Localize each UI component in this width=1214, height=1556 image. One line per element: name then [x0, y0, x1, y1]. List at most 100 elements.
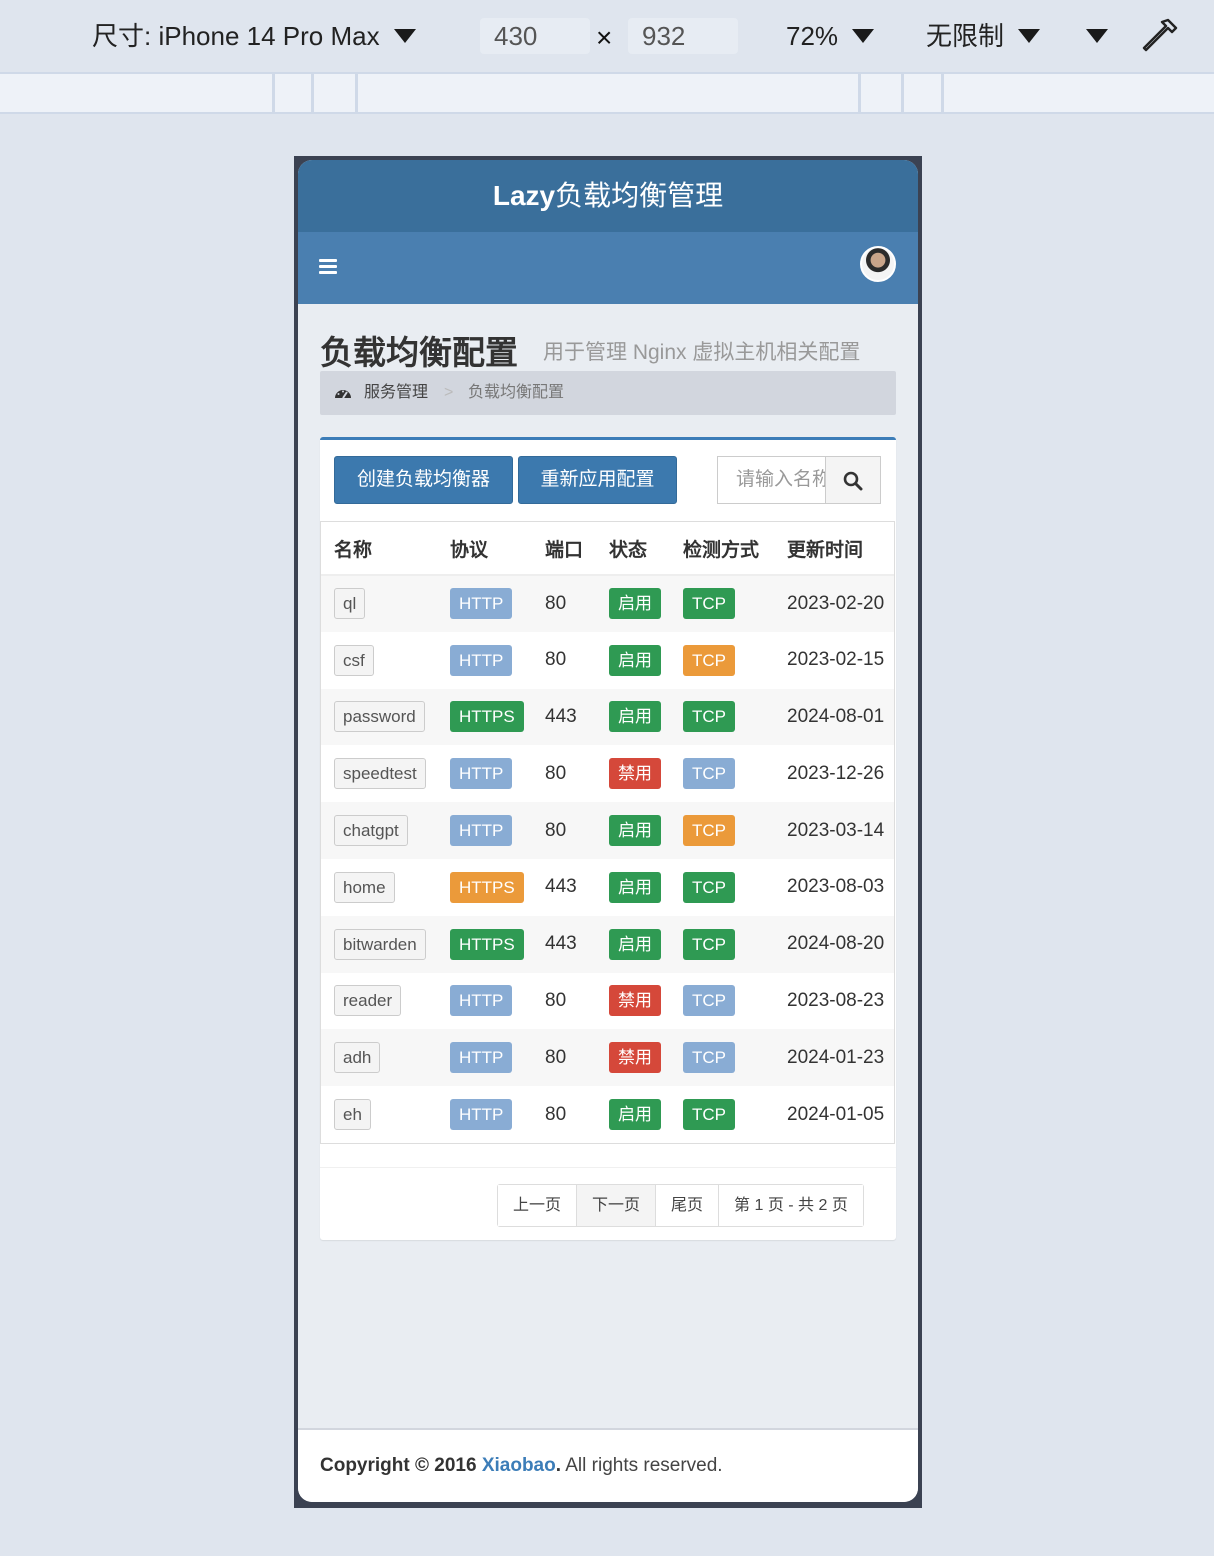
dimension-separator: ×	[596, 22, 613, 53]
cell-status: 禁用	[596, 973, 670, 1030]
cell-protocol: HTTP	[437, 973, 532, 1030]
breadcrumb-home[interactable]: 服务管理	[364, 371, 428, 415]
status-badge: 启用	[609, 928, 661, 960]
prev-page-button[interactable]: 上一页	[498, 1185, 578, 1226]
cell-protocol: HTTP	[437, 745, 532, 802]
next-page-button[interactable]: 下一页	[577, 1185, 657, 1226]
lb-name-tag[interactable]: csf	[334, 644, 374, 676]
cell-status: 启用	[596, 688, 670, 746]
hamburger-icon[interactable]	[319, 259, 337, 275]
lb-name-tag[interactable]: chatgpt	[334, 815, 408, 847]
top-navbar	[298, 232, 918, 304]
cell-updated: 2024-01-23	[774, 1029, 894, 1087]
table-row[interactable]: eh HTTP 80 启用 TCP 2024-01-05	[321, 1086, 894, 1143]
pager-divider	[320, 1167, 896, 1168]
more-options[interactable]	[1086, 18, 1108, 54]
page-subtitle: 用于管理 Nginx 虚拟主机相关配置	[543, 341, 861, 364]
throttle-select[interactable]: 无限制	[926, 18, 1041, 54]
status-badge: 启用	[609, 701, 661, 733]
lb-name-tag[interactable]: eh	[334, 1099, 371, 1131]
table-body: ql HTTP 80 启用 TCP 2023-02-20 csf HTTP 80 启用 TCP 202…	[321, 575, 894, 1143]
status-badge: 禁用	[609, 1042, 661, 1074]
table-row[interactable]: password HTTPS 443 启用 TCP 2024-08-01	[321, 688, 894, 746]
cell-port: 80	[545, 649, 567, 671]
device-frame: Lazy负载均衡管理 负载均衡配置 用于管理 Nginx 虚拟主机相关配置 服务…	[294, 156, 922, 1508]
protocol-badge: HTTP	[450, 758, 513, 790]
lb-name-tag[interactable]: adh	[334, 1042, 381, 1074]
protocol-badge: HTTP	[450, 1099, 513, 1131]
table-row[interactable]: chatgpt HTTP 80 启用 TCP 2023-03-14	[321, 802, 894, 859]
reapply-config-button[interactable]: 重新应用配置	[518, 456, 677, 504]
cell-name: ql	[321, 575, 437, 632]
cell-name: eh	[321, 1086, 437, 1143]
lb-name-tag[interactable]: ql	[334, 588, 366, 620]
lb-table-container[interactable]: 名称 协议 端口 状态 检测方式 更新时间 ql HTTP 80 启用 TCP 2023-…	[320, 521, 895, 1144]
search-button[interactable]	[825, 456, 881, 504]
width-input[interactable]: 430	[480, 18, 590, 54]
table-row[interactable]: csf HTTP 80 启用 TCP 2023-02-15	[321, 632, 894, 689]
cell-status: 启用	[596, 632, 670, 689]
cell-check: TCP	[670, 802, 774, 859]
cell-check: TCP	[670, 575, 774, 632]
create-lb-button[interactable]: 创建负载均衡器	[334, 456, 513, 504]
cell-port: 80	[532, 1029, 596, 1087]
protocol-badge: HTTPS	[450, 871, 524, 903]
status-badge: 启用	[609, 1099, 661, 1131]
device-screen: Lazy负载均衡管理 负载均衡配置 用于管理 Nginx 虚拟主机相关配置 服务…	[298, 160, 918, 1502]
cell-updated: 2024-08-01	[774, 688, 894, 746]
breadcrumb: 服务管理 > 负载均衡配置	[320, 371, 896, 415]
table-row[interactable]: adh HTTP 80 禁用 TCP 2024-01-23	[321, 1029, 894, 1087]
devtools-toolbar: 尺寸: iPhone 14 Pro Max 430 × 932 72% 无限制	[0, 0, 1214, 72]
cell-updated: 2023-02-15	[787, 649, 885, 671]
check-badge: TCP	[683, 758, 735, 790]
cell-status: 禁用	[596, 1029, 670, 1087]
check-badge: TCP	[683, 1099, 735, 1131]
search-input[interactable]	[718, 457, 826, 503]
app-logo[interactable]: Lazy负载均衡管理	[298, 160, 918, 232]
footer: Copyright © 2016 Xiaobao. All rights res…	[298, 1428, 918, 1502]
lb-list-box: 创建负载均衡器 重新应用配置 名称	[320, 437, 896, 1240]
eyedropper-icon[interactable]	[1138, 14, 1182, 58]
check-badge: TCP	[683, 644, 735, 676]
table-row[interactable]: bitwarden HTTPS 443 启用 TCP 2024-08-20	[321, 915, 894, 973]
check-badge: TCP	[683, 815, 735, 847]
cell-port: 80	[545, 1103, 567, 1125]
brand-link[interactable]: Xiaobao	[482, 1455, 556, 1476]
table-row[interactable]: home HTTPS 443 启用 TCP 2023-08-03	[321, 859, 894, 916]
page-title: 负载均衡配置	[320, 334, 518, 371]
lb-name-tag[interactable]: password	[334, 701, 425, 733]
cell-protocol: HTTP	[437, 1029, 532, 1087]
table-row[interactable]: ql HTTP 80 启用 TCP 2023-02-20	[321, 575, 894, 632]
zoom-select[interactable]: 72%	[786, 18, 875, 54]
check-badge: TCP	[683, 588, 735, 620]
cell-check: TCP	[670, 915, 774, 973]
rights-text: All rights reserved.	[565, 1455, 723, 1476]
page-header: 负载均衡配置 用于管理 Nginx 虚拟主机相关配置	[320, 304, 896, 371]
lb-name-tag[interactable]: home	[334, 871, 395, 903]
table-row[interactable]: speedtest HTTP 80 禁用 TCP 2023-12-26	[321, 745, 894, 802]
caret-down-icon	[1086, 29, 1108, 44]
caret-down-icon	[393, 29, 416, 44]
protocol-badge: HTTP	[450, 985, 513, 1017]
lb-name-tag[interactable]: bitwarden	[334, 928, 426, 960]
lb-name-tag[interactable]: reader	[334, 985, 402, 1017]
cell-protocol: HTTP	[437, 802, 532, 859]
cell-updated: 2023-08-23	[787, 989, 885, 1011]
user-avatar[interactable]	[860, 246, 896, 282]
device-select[interactable]: 尺寸: iPhone 14 Pro Max	[92, 18, 416, 54]
cell-updated: 2023-12-26	[787, 762, 885, 784]
col-protocol: 协议	[437, 522, 532, 576]
height-input[interactable]: 932	[628, 18, 738, 54]
last-page-button[interactable]: 尾页	[656, 1185, 720, 1226]
col-name: 名称	[321, 522, 437, 576]
cell-protocol: HTTPS	[437, 859, 532, 916]
lb-name-tag[interactable]: speedtest	[334, 758, 426, 790]
cell-port: 443	[532, 915, 596, 973]
status-badge: 启用	[609, 588, 661, 620]
cell-check: TCP	[670, 1029, 774, 1087]
cell-protocol: HTTP	[437, 575, 532, 632]
cell-name: adh	[321, 1029, 437, 1087]
table-row[interactable]: reader HTTP 80 禁用 TCP 2023-08-23	[321, 973, 894, 1030]
cell-check: TCP	[670, 745, 774, 802]
status-badge: 禁用	[609, 985, 661, 1017]
